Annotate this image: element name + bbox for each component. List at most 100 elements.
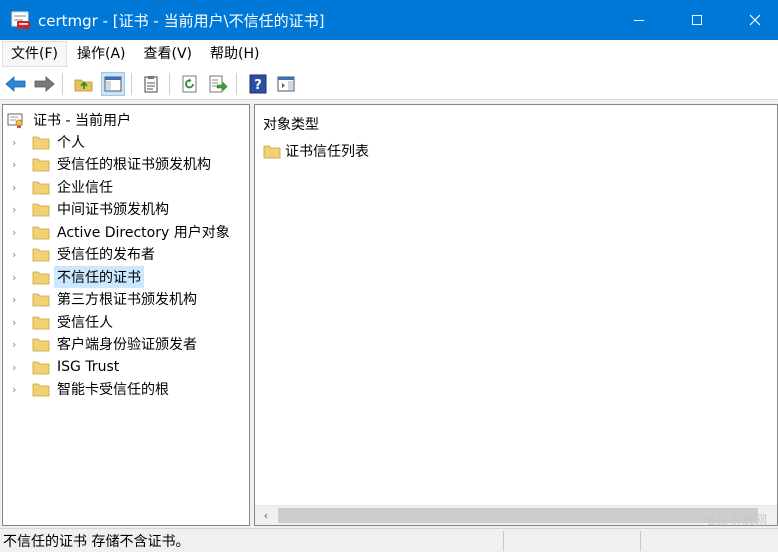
forward-button[interactable] bbox=[32, 72, 56, 96]
tree-item-label: 第三方根证书颁发机构 bbox=[57, 292, 197, 308]
back-arrow-icon bbox=[5, 76, 26, 92]
console-tree[interactable]: 证书 - 当前用户 › 个人 › 受信任的根证书颁发机构 › 企业信任 › 中间… bbox=[2, 104, 250, 526]
export-list-button[interactable] bbox=[206, 72, 230, 96]
chevron-right-icon[interactable]: › bbox=[12, 226, 22, 239]
chevron-right-icon[interactable]: › bbox=[12, 136, 22, 149]
chevron-right-icon[interactable]: › bbox=[12, 316, 22, 329]
maximize-icon bbox=[692, 15, 702, 25]
details-pane[interactable]: 对象类型 证书信任列表 ‹ bbox=[254, 104, 778, 526]
certificate-store-icon bbox=[7, 113, 23, 129]
chevron-right-icon[interactable]: › bbox=[12, 361, 22, 374]
properties-icon bbox=[144, 76, 158, 93]
folder-icon bbox=[32, 181, 50, 195]
up-folder-icon bbox=[74, 79, 93, 92]
chevron-right-icon[interactable]: › bbox=[12, 181, 22, 194]
folder-icon bbox=[32, 338, 50, 352]
menu-file[interactable]: 文件(F) bbox=[2, 41, 67, 67]
folder-icon bbox=[32, 383, 50, 397]
status-divider bbox=[640, 531, 641, 551]
refresh-button[interactable] bbox=[178, 72, 202, 96]
folder-icon bbox=[32, 248, 50, 262]
menu-action[interactable]: 操作(A) bbox=[69, 41, 134, 67]
back-button[interactable] bbox=[4, 72, 28, 96]
certmgr-app-icon bbox=[11, 11, 30, 29]
export-list-icon bbox=[209, 75, 228, 93]
horizontal-scrollbar[interactable]: ‹ bbox=[255, 505, 777, 525]
tree-item-enterprise-trust[interactable]: › 企业信任 bbox=[3, 176, 116, 198]
menu-view[interactable]: 查看(V) bbox=[136, 41, 201, 67]
show-hide-console-tree-button[interactable] bbox=[101, 72, 125, 96]
minimize-button[interactable] bbox=[616, 0, 662, 40]
help-button[interactable]: ? bbox=[246, 72, 270, 96]
tree-item-trusted-root-ca[interactable]: › 受信任的根证书颁发机构 bbox=[3, 153, 214, 175]
refresh-icon bbox=[182, 75, 197, 93]
tree-item-untrusted-certificates[interactable]: › 不信任的证书 bbox=[3, 266, 144, 288]
help-icon: ? bbox=[249, 74, 267, 94]
tree-item-label: Active Directory 用户对象 bbox=[57, 225, 230, 241]
chevron-right-icon[interactable]: › bbox=[12, 383, 22, 396]
tree-item-trusted-people[interactable]: › 受信任人 bbox=[3, 311, 116, 333]
tree-root[interactable]: 证书 - 当前用户 bbox=[7, 110, 131, 130]
folder-icon bbox=[32, 316, 50, 330]
column-header-object-type[interactable]: 对象类型 bbox=[263, 114, 319, 134]
tree-item-label: 客户端身份验证颁发者 bbox=[57, 337, 197, 353]
window-title: certmgr - [证书 - 当前用户\不信任的证书] bbox=[38, 11, 325, 30]
tree-item-third-party-root-ca[interactable]: › 第三方根证书颁发机构 bbox=[3, 288, 200, 310]
status-bar: 不信任的证书 存储不含证书。 bbox=[0, 528, 778, 552]
status-divider bbox=[503, 531, 504, 551]
tree-item-client-auth-issuers[interactable]: › 客户端身份验证颁发者 bbox=[3, 333, 200, 355]
toolbar-separator bbox=[236, 73, 237, 95]
tree-item-isg-trust[interactable]: › ISG Trust bbox=[3, 356, 122, 378]
folder-icon bbox=[32, 271, 50, 285]
minimize-icon bbox=[634, 20, 644, 21]
show-hide-action-pane-button[interactable] bbox=[274, 72, 298, 96]
toolbar-separator bbox=[62, 73, 63, 95]
close-button[interactable] bbox=[732, 0, 778, 40]
tree-root-label: 证书 - 当前用户 bbox=[33, 113, 131, 129]
tree-item-label: 中间证书颁发机构 bbox=[57, 202, 169, 218]
show-hide-console-tree-icon bbox=[104, 76, 122, 92]
folder-icon bbox=[32, 226, 50, 240]
watermark: 电脑系统网 bbox=[702, 513, 768, 527]
chevron-right-icon[interactable]: › bbox=[12, 203, 22, 216]
tree-item-label: 个人 bbox=[57, 135, 85, 151]
chevron-right-icon[interactable]: › bbox=[12, 338, 22, 351]
folder-icon bbox=[32, 203, 50, 217]
show-hide-action-pane-icon bbox=[277, 76, 295, 92]
tree-item-label: 受信任的发布者 bbox=[57, 247, 155, 263]
forward-arrow-icon bbox=[34, 76, 55, 92]
menu-help[interactable]: 帮助(H) bbox=[202, 41, 267, 67]
toolbar-separator bbox=[169, 73, 170, 95]
maximize-button[interactable] bbox=[674, 0, 720, 40]
up-one-level-button[interactable] bbox=[72, 72, 96, 96]
toolbar-separator bbox=[131, 73, 132, 95]
list-item-certificate-trust-list[interactable]: 证书信任列表 bbox=[263, 141, 369, 161]
scrollbar-thumb[interactable] bbox=[278, 508, 758, 523]
status-text: 不信任的证书 存储不含证书。 bbox=[3, 533, 190, 550]
folder-icon bbox=[32, 293, 50, 307]
tree-item-label: 受信任的根证书颁发机构 bbox=[57, 157, 211, 173]
chevron-right-icon[interactable]: › bbox=[12, 248, 22, 261]
toolbar: ? bbox=[0, 68, 778, 100]
svg-text:?: ? bbox=[254, 78, 262, 93]
chevron-right-icon[interactable]: › bbox=[12, 293, 22, 306]
close-icon bbox=[749, 14, 761, 26]
tree-item-label: 不信任的证书 bbox=[54, 266, 144, 288]
list-item-label: 证书信任列表 bbox=[285, 144, 369, 160]
tree-item-smart-card-trusted-roots[interactable]: › 智能卡受信任的根 bbox=[3, 378, 172, 400]
title-bar: certmgr - [证书 - 当前用户\不信任的证书] bbox=[0, 0, 778, 40]
tree-item-active-directory-user-object[interactable]: › Active Directory 用户对象 bbox=[3, 221, 233, 243]
tree-item-label: 智能卡受信任的根 bbox=[57, 382, 169, 398]
tree-item-intermediate-ca[interactable]: › 中间证书颁发机构 bbox=[3, 198, 172, 220]
scroll-left-arrow-icon[interactable]: ‹ bbox=[255, 506, 277, 525]
properties-button[interactable] bbox=[139, 72, 163, 96]
folder-icon bbox=[32, 136, 50, 150]
tree-item-trusted-publishers[interactable]: › 受信任的发布者 bbox=[3, 243, 158, 265]
chevron-right-icon[interactable]: › bbox=[12, 271, 22, 284]
menu-bar: 文件(F) 操作(A) 查看(V) 帮助(H) bbox=[0, 40, 778, 68]
folder-icon bbox=[32, 361, 50, 375]
tree-item-label: 受信任人 bbox=[57, 315, 113, 331]
chevron-right-icon[interactable]: › bbox=[12, 158, 22, 171]
tree-item-personal[interactable]: › 个人 bbox=[3, 131, 88, 153]
tree-item-label: 企业信任 bbox=[57, 180, 113, 196]
